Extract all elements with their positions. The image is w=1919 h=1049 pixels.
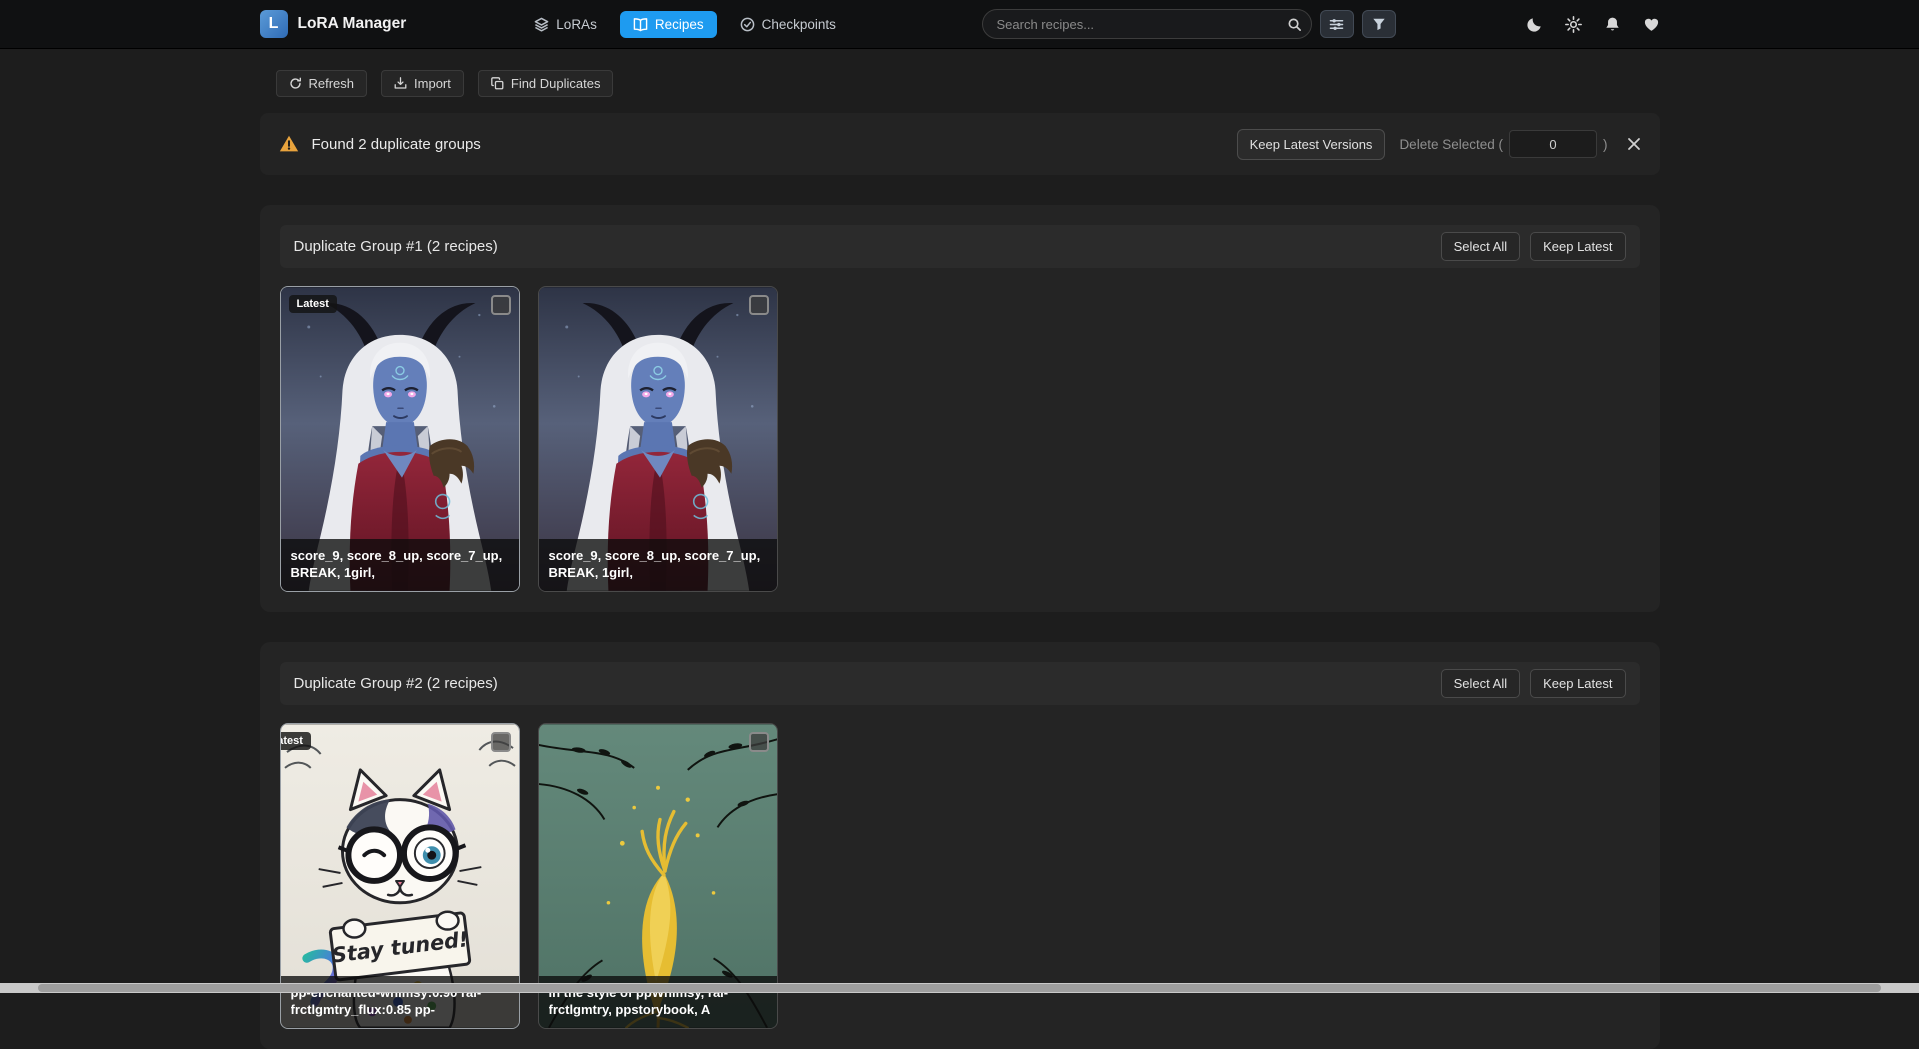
bell-icon — [1604, 16, 1621, 33]
gear-icon — [1565, 16, 1582, 33]
nav-tabs: LoRAs Recipes Checkpoints — [521, 11, 849, 38]
delete-selected-control: Delete Selected ( ) — [1399, 130, 1607, 158]
delete-selected-label: Delete Selected ( — [1399, 137, 1503, 152]
refresh-button[interactable]: Refresh — [276, 70, 368, 97]
app-logo-icon: L — [260, 10, 288, 38]
find-duplicates-button[interactable]: Find Duplicates — [478, 70, 614, 97]
app-title: LoRA Manager — [298, 15, 407, 33]
select-checkbox[interactable] — [749, 295, 769, 315]
recipe-card[interactable]: Latest score_9, score_8_up, score_7_up, … — [280, 286, 520, 592]
group-header: Duplicate Group #2 (2 recipes) Select Al… — [280, 662, 1640, 705]
keep-latest-versions-button[interactable]: Keep Latest Versions — [1237, 129, 1386, 160]
close-icon — [1626, 136, 1642, 152]
latest-badge: Latest — [280, 732, 311, 750]
horizontal-scrollbar[interactable] — [0, 983, 1919, 993]
group-title: Duplicate Group #1 (2 recipes) — [294, 238, 498, 255]
select-all-button[interactable]: Select All — [1441, 232, 1520, 261]
close-alert-button[interactable] — [1626, 136, 1642, 152]
navbar-action-icons — [1526, 16, 1660, 33]
find-duplicates-label: Find Duplicates — [511, 76, 601, 91]
funnel-icon — [1372, 17, 1386, 31]
group-header: Duplicate Group #1 (2 recipes) Select Al… — [280, 225, 1640, 268]
select-all-button[interactable]: Select All — [1441, 669, 1520, 698]
toolbar: Refresh Import Find Duplicates — [260, 70, 1660, 97]
main-content: Refresh Import Find Duplicates — [260, 48, 1660, 1049]
import-label: Import — [414, 76, 451, 91]
tab-label: LoRAs — [556, 17, 597, 32]
support-button[interactable] — [1643, 16, 1660, 33]
select-checkbox[interactable] — [491, 732, 511, 752]
navbar: L LoRA Manager LoRAs Recipes — [0, 0, 1919, 48]
notifications-button[interactable] — [1604, 16, 1621, 33]
heart-icon — [1643, 16, 1660, 33]
moon-icon — [1526, 16, 1543, 33]
tab-checkpoints[interactable]: Checkpoints — [727, 11, 849, 38]
search-input[interactable] — [982, 9, 1312, 39]
delete-selected-suffix: ) — [1603, 137, 1608, 152]
duplicate-group-1: Duplicate Group #1 (2 recipes) Select Al… — [260, 205, 1660, 612]
select-checkbox[interactable] — [491, 295, 511, 315]
recipe-caption: score_9, score_8_up, score_7_up, BREAK, … — [539, 539, 777, 591]
horizontal-scrollbar-thumb[interactable] — [38, 984, 1880, 992]
alert-message: Found 2 duplicate groups — [312, 136, 481, 153]
select-checkbox[interactable] — [749, 732, 769, 752]
search-bar — [982, 9, 1312, 39]
search-icon — [1287, 17, 1302, 32]
keep-latest-button[interactable]: Keep Latest — [1530, 669, 1625, 698]
recipe-caption-text: score_9, score_8_up, score_7_up, BREAK, … — [291, 547, 509, 581]
search-button[interactable] — [1283, 12, 1307, 36]
sliders-icon — [1329, 17, 1344, 32]
tab-label: Recipes — [655, 17, 704, 32]
filter-button[interactable] — [1362, 10, 1396, 38]
tab-label: Checkpoints — [762, 17, 836, 32]
sort-options-button[interactable] — [1320, 10, 1354, 38]
tab-loras[interactable]: LoRAs — [521, 11, 610, 38]
tab-recipes[interactable]: Recipes — [620, 11, 717, 38]
group-title: Duplicate Group #2 (2 recipes) — [294, 675, 498, 692]
import-button[interactable]: Import — [381, 70, 464, 97]
duplicates-icon — [491, 77, 504, 90]
keep-latest-button[interactable]: Keep Latest — [1530, 232, 1625, 261]
book-icon — [633, 17, 648, 32]
duplicates-alert-banner: Found 2 duplicate groups Keep Latest Ver… — [260, 113, 1660, 175]
recipe-caption-text: score_9, score_8_up, score_7_up, BREAK, … — [549, 547, 767, 581]
check-circle-icon — [740, 17, 755, 32]
latest-badge: Latest — [289, 295, 337, 313]
cards-row: Latest score_9, score_8_up, score_7_up, … — [280, 286, 1640, 592]
brand[interactable]: L LoRA Manager — [260, 10, 407, 38]
settings-button[interactable] — [1565, 16, 1582, 33]
theme-toggle-button[interactable] — [1526, 16, 1543, 33]
refresh-icon — [289, 77, 302, 90]
recipe-card[interactable]: score_9, score_8_up, score_7_up, BREAK, … — [538, 286, 778, 592]
delete-count-input[interactable] — [1509, 130, 1597, 158]
recipe-caption: score_9, score_8_up, score_7_up, BREAK, … — [281, 539, 519, 591]
import-icon — [394, 77, 407, 90]
layers-icon — [534, 17, 549, 32]
warning-icon — [278, 133, 300, 155]
refresh-label: Refresh — [309, 76, 355, 91]
